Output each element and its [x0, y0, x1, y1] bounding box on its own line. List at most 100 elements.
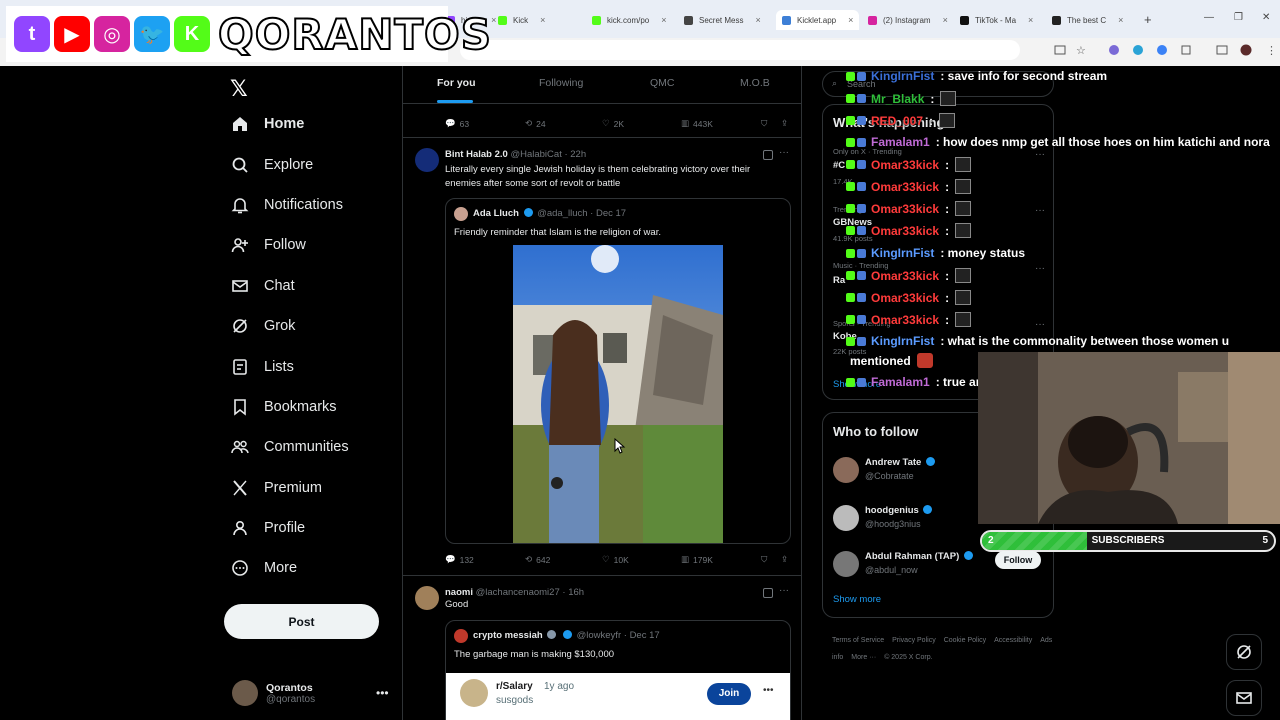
close-tab-icon[interactable]: × [755, 15, 760, 25]
share-icon[interactable]: ⇪ [781, 118, 788, 129]
browser-tab[interactable]: Kick × [498, 10, 545, 30]
sidebar-item-more[interactable]: More [230, 558, 297, 578]
account-switcher[interactable]: Qorantos @qorantos [232, 680, 315, 706]
join-button[interactable]: Join [707, 683, 751, 705]
chat-username[interactable]: Omar33kick [871, 224, 939, 238]
more-horizontal-icon[interactable]: ··· [1035, 205, 1045, 216]
star-icon[interactable]: ☆ [1076, 44, 1088, 57]
sidebar-item-follow[interactable]: Follow [230, 235, 306, 255]
maximize-icon[interactable]: ❐ [1234, 12, 1243, 23]
tab-qmc[interactable]: QMC [650, 77, 675, 89]
share-icon[interactable]: ⇪ [781, 554, 788, 565]
author-name[interactable]: naomi [445, 587, 473, 598]
avatar[interactable] [415, 586, 439, 610]
quoted-post[interactable]: Ada Lluch @ada_lluch · Dec 17 Friendly r… [445, 198, 791, 544]
grok-icon[interactable] [763, 588, 773, 598]
chat-username[interactable]: Omar33kick [871, 180, 939, 194]
browser-tab[interactable]: Kicklet.app × [776, 10, 860, 30]
footer-link[interactable]: Accessibility [994, 637, 1032, 644]
browser-tab[interactable]: The best C × [1052, 10, 1123, 30]
footer-link[interactable]: Terms of Service [832, 637, 884, 644]
post-button[interactable]: Post [224, 604, 379, 639]
author-name[interactable]: Bint Halab 2.0 [445, 149, 508, 160]
bookmark-icon[interactable]: ⛉ [761, 118, 767, 129]
profile-icon[interactable] [1240, 44, 1252, 56]
post-time[interactable]: · 16h [562, 587, 584, 598]
chat-username[interactable]: Omar33kick [871, 158, 939, 172]
more-horizontal-icon[interactable]: ··· [779, 147, 789, 158]
puzzle-icon[interactable] [1180, 44, 1192, 56]
trend-name[interactable]: #C [833, 160, 845, 171]
sidebar-item-profile[interactable]: Profile [230, 518, 305, 538]
extension-icon[interactable] [1108, 44, 1120, 56]
chat-username[interactable]: KingIrnFist [871, 69, 934, 83]
messages-icon[interactable] [1226, 680, 1262, 716]
sidebar-icon[interactable] [1216, 44, 1228, 56]
views-count[interactable]: ▥ 179K [681, 554, 713, 565]
x-logo-icon[interactable]: 𝕏 [230, 76, 248, 102]
more-horizontal-icon[interactable]: ••• [376, 686, 389, 700]
footer-link[interactable]: Cookie Policy [944, 637, 986, 644]
browser-tab[interactable]: (2) Instagram × [868, 10, 948, 30]
footer-link[interactable]: Privacy Policy [892, 637, 936, 644]
post[interactable]: naomi @lachancenaomi27 · 16h ··· Good cr… [403, 576, 801, 720]
repost-button[interactable]: ⟲ 642 [525, 554, 550, 565]
grok-icon[interactable] [1226, 634, 1262, 670]
browser-tab[interactable]: kick.com/po × [592, 10, 667, 30]
quoted-post[interactable]: crypto messiah @lowkeyfr · Dec 17 The ga… [445, 620, 791, 720]
install-icon[interactable] [1054, 44, 1066, 56]
chat-username[interactable]: RED_007 [871, 114, 923, 128]
chat-username[interactable]: Omar33kick [871, 269, 939, 283]
chat-username[interactable]: Mr_Blakk [871, 92, 924, 106]
reply-button[interactable]: 💬 132 [445, 554, 474, 565]
chat-username[interactable]: KingIrnFist [871, 246, 934, 260]
repost-button[interactable]: ⟲ 24 [525, 118, 546, 129]
author-handle[interactable]: @lachancenaomi27 [476, 587, 560, 598]
chat-username[interactable]: Omar33kick [871, 291, 939, 305]
close-tab-icon[interactable]: × [1028, 15, 1033, 25]
show-more-link[interactable]: Show more [833, 594, 881, 605]
follow-button[interactable]: Follow [995, 551, 1041, 569]
post-time[interactable]: · 22h [564, 149, 586, 160]
avatar[interactable] [415, 148, 439, 172]
browser-tab[interactable]: TikTok - Ma × [960, 10, 1033, 30]
sidebar-item-bookmarks[interactable]: Bookmarks [230, 397, 337, 417]
sidebar-item-communities[interactable]: Communities [230, 437, 349, 457]
chat-username[interactable]: Famalam1 [871, 135, 930, 149]
reddit-embed[interactable]: r/Salary 1y ago susgods Join ••• [446, 673, 790, 720]
more-horizontal-icon[interactable]: ··· [1035, 319, 1045, 330]
views-count[interactable]: ▥ 443K [681, 118, 713, 129]
footer-link[interactable]: More ··· [851, 654, 876, 661]
close-tab-icon[interactable]: × [540, 15, 545, 25]
more-horizontal-icon[interactable]: ··· [779, 585, 789, 596]
like-button[interactable]: ♡ 10K [602, 554, 629, 565]
menu-icon[interactable]: ⋮ [1266, 44, 1278, 57]
post-image[interactable] [513, 245, 723, 543]
like-button[interactable]: ♡ 2K [602, 118, 624, 129]
sidebar-item-home[interactable]: Home [230, 114, 304, 134]
tab-following[interactable]: Following [539, 77, 583, 89]
grok-icon[interactable] [763, 150, 773, 160]
chat-username[interactable]: KingIrnFist [871, 334, 934, 348]
chat-username[interactable]: Omar33kick [871, 313, 939, 327]
sidebar-item-notifications[interactable]: Notifications [230, 195, 343, 215]
author-handle[interactable]: @HalabiCat [510, 149, 561, 160]
minimize-icon[interactable]: — [1204, 12, 1214, 23]
post[interactable]: Bint Halab 2.0 @HalabiCat · 22h ··· Lite… [403, 138, 801, 576]
close-tab-icon[interactable]: × [661, 15, 666, 25]
extension-icon[interactable] [1132, 44, 1144, 56]
community-name[interactable]: r/Salary [496, 681, 533, 692]
browser-tab[interactable]: Secret Mess × [684, 10, 761, 30]
extension-icon[interactable] [1156, 44, 1168, 56]
chat-username[interactable]: Famalam1 [871, 375, 930, 389]
reply-button[interactable]: 💬 63 [445, 118, 469, 129]
new-tab-button[interactable]: + [1144, 12, 1152, 27]
more-horizontal-icon[interactable]: ··· [1035, 263, 1045, 274]
trend-name[interactable]: Ra [833, 275, 845, 286]
close-tab-icon[interactable]: × [848, 15, 853, 25]
sidebar-item-premium[interactable]: Premium [230, 478, 322, 498]
more-horizontal-icon[interactable]: ··· [1035, 149, 1045, 160]
sidebar-item-chat[interactable]: Chat [230, 276, 295, 296]
post[interactable]: 💬 63 ⟲ 24 ♡ 2K ▥ 443K ⛉ ⇪ [403, 104, 801, 138]
close-tab-icon[interactable]: × [1118, 15, 1123, 25]
